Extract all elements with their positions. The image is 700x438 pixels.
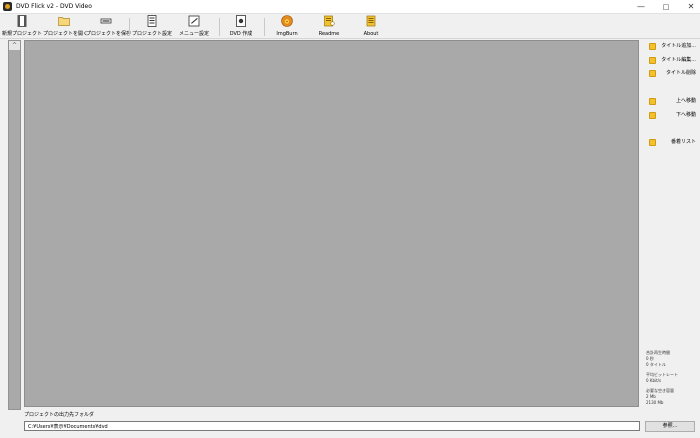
menu-settings-icon — [188, 15, 200, 27]
edit-title-icon — [649, 57, 656, 64]
close-button[interactable]: ✕ — [680, 0, 700, 14]
avg-bitrate-value: 0 Kbit/s — [646, 378, 662, 383]
open-project-button[interactable]: プロジェクトを開く — [43, 15, 89, 39]
new-project-button[interactable]: 新規プロジェクト — [2, 15, 42, 39]
save-project-label: プロジェクトを保存 — [86, 31, 132, 37]
menu-settings-button[interactable]: メニュー設定 — [176, 15, 212, 39]
create-dvd-button[interactable]: DVD 作成 — [224, 15, 258, 39]
disc-burn-icon — [236, 15, 246, 27]
arrow-down-icon — [649, 112, 656, 119]
edit-title-button[interactable]: タイトル編集... — [646, 55, 698, 66]
track-list-button[interactable]: 番着リスト — [646, 137, 698, 148]
toolbar-separator — [219, 18, 220, 36]
add-title-button[interactable]: タイトル追加... — [646, 41, 698, 52]
menu-settings-label: メニュー設定 — [178, 31, 209, 37]
open-project-label: プロジェクトを開く — [43, 31, 89, 37]
title-bar: DVD Flick v2 - DVD Video — □ ✕ — [0, 0, 700, 14]
readme-icon — [324, 15, 335, 27]
scroll-up-icon[interactable]: ^ — [9, 41, 20, 50]
edit-title-label: タイトル編集... — [661, 57, 696, 63]
move-down-button[interactable]: 下へ移動 — [646, 110, 698, 121]
maximize-button[interactable]: □ — [655, 0, 677, 14]
remove-title-icon — [649, 70, 656, 77]
move-up-button[interactable]: 上へ移動 — [646, 96, 698, 107]
about-label: About — [363, 31, 379, 37]
track-list-label: 番着リスト — [670, 139, 696, 145]
left-scroll-strip[interactable]: ^ — [8, 40, 21, 410]
output-folder-input[interactable] — [24, 421, 640, 431]
add-title-icon — [649, 43, 656, 50]
film-icon — [17, 15, 27, 27]
project-settings-label: プロジェクト設定 — [132, 31, 173, 37]
move-up-label: 上へ移動 — [675, 98, 696, 104]
output-folder-label: プロジェクトの出力先フォルダ — [24, 412, 95, 418]
dvdflick-app-icon — [3, 2, 12, 11]
create-dvd-label: DVD 作成 — [229, 31, 253, 37]
save-icon — [100, 18, 112, 24]
toolbar-separator — [129, 18, 130, 36]
imgburn-label: ImgBurn — [276, 31, 298, 37]
minimize-button[interactable]: — — [630, 0, 652, 14]
arrow-up-icon — [649, 98, 656, 105]
track-list-icon — [649, 139, 656, 146]
new-project-label: 新規プロジェクト — [2, 31, 43, 37]
browse-button[interactable]: 参照... — [645, 421, 695, 432]
imgburn-button[interactable]: ImgBurn — [270, 15, 304, 39]
save-project-button[interactable]: プロジェクトを保存 — [86, 15, 132, 39]
remove-title-label: タイトル削除 — [665, 70, 696, 76]
imgburn-icon — [281, 15, 293, 27]
title-count: 0 タイトル — [646, 362, 666, 367]
project-settings-button[interactable]: プロジェクト設定 — [132, 15, 172, 39]
remove-title-button[interactable]: タイトル削除 — [646, 68, 698, 79]
title-list-panel[interactable] — [24, 40, 639, 407]
settings-document-icon — [147, 15, 157, 27]
about-icon — [366, 15, 376, 27]
toolbar: 新規プロジェクト プロジェクトを開く プロジェクトを保存 プロジェクト設定 メニ… — [0, 14, 700, 39]
toolbar-separator — [264, 18, 265, 36]
move-down-label: 下へ移動 — [675, 112, 696, 118]
add-title-label: タイトル追加... — [661, 43, 696, 49]
folder-icon — [58, 17, 70, 26]
about-button[interactable]: About — [356, 15, 386, 39]
readme-label: Readme — [318, 31, 340, 37]
readme-button[interactable]: Readme — [314, 15, 344, 39]
required-space-rest: 2130 Mb — [646, 400, 664, 405]
window-title: DVD Flick v2 - DVD Video — [16, 3, 92, 10]
